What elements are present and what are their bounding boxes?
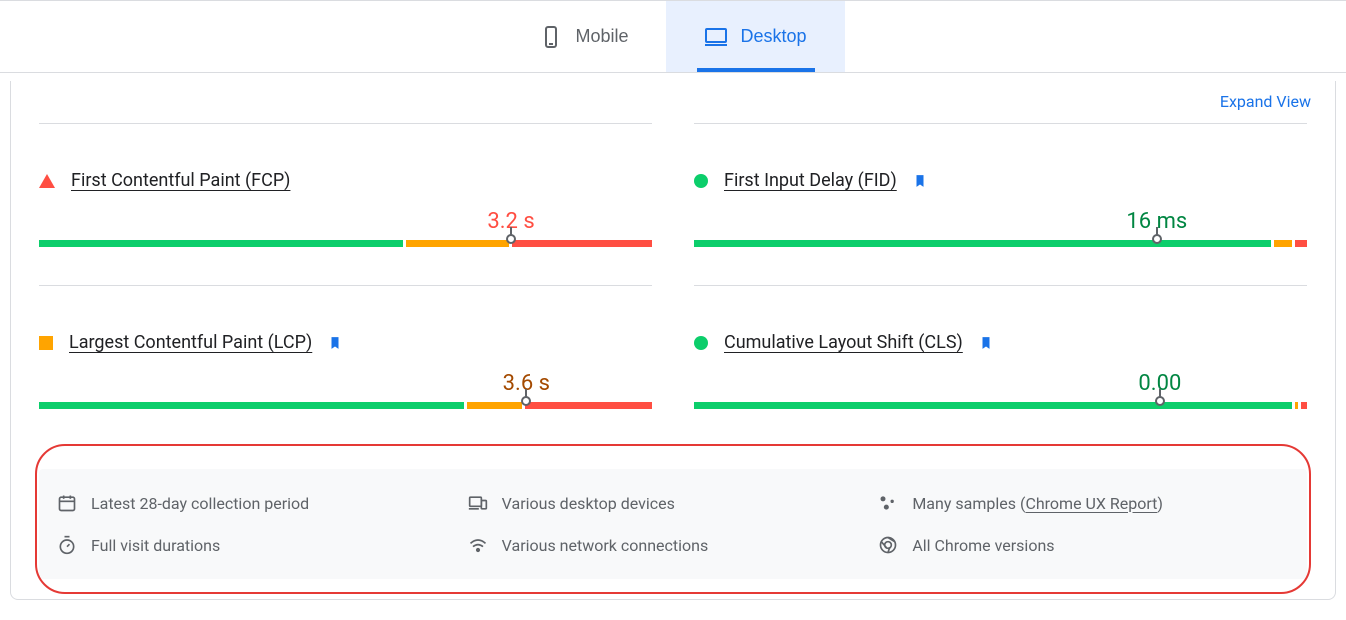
- calendar-icon: [57, 493, 77, 513]
- info-durations-text: Full visit durations: [91, 536, 220, 555]
- metric-fid-bar: [694, 240, 1307, 247]
- tab-mobile-label: Mobile: [575, 26, 628, 47]
- marker-icon: [1152, 234, 1162, 244]
- info-durations: Full visit durations: [57, 535, 468, 555]
- status-poor-icon: [39, 174, 55, 188]
- metric-fcp-bar: [39, 240, 652, 247]
- scatter-icon: [878, 493, 898, 513]
- metric-fcp: First Contentful Paint (FCP) 3.2 s: [39, 123, 652, 285]
- info-network: Various network connections: [468, 535, 879, 555]
- status-good-icon: [694, 174, 708, 188]
- metrics-card: Expand View First Contentful Paint (FCP)…: [10, 81, 1336, 600]
- metric-cls: Cumulative Layout Shift (CLS) 0.00: [694, 285, 1307, 447]
- status-good-icon: [694, 336, 708, 350]
- devices-icon: [468, 493, 488, 513]
- info-period-text: Latest 28-day collection period: [91, 494, 309, 513]
- bookmark-icon: [979, 334, 993, 352]
- info-devices-text: Various desktop devices: [502, 494, 675, 513]
- tab-desktop-label: Desktop: [740, 26, 806, 47]
- timer-icon: [57, 535, 77, 555]
- metric-fid: First Input Delay (FID) 16 ms: [694, 123, 1307, 285]
- tab-mobile[interactable]: Mobile: [501, 1, 666, 72]
- info-network-text: Various network connections: [502, 536, 709, 555]
- annotation-highlight: [35, 444, 1311, 594]
- mobile-icon: [539, 25, 563, 49]
- tabs: Mobile Desktop: [501, 1, 844, 72]
- metrics-grid: First Contentful Paint (FCP) 3.2 s First: [39, 123, 1307, 447]
- network-icon: [468, 535, 488, 555]
- tab-desktop[interactable]: Desktop: [666, 1, 844, 72]
- crux-report-link[interactable]: Chrome UX Report: [1025, 494, 1157, 513]
- metric-fcp-name[interactable]: First Contentful Paint (FCP): [71, 170, 290, 191]
- info-versions-text: All Chrome versions: [912, 536, 1054, 555]
- info-versions: All Chrome versions: [878, 535, 1289, 555]
- info-samples: Many samples (Chrome UX Report): [878, 493, 1289, 513]
- metric-fid-name[interactable]: First Input Delay (FID): [724, 170, 897, 191]
- info-devices: Various desktop devices: [468, 493, 879, 513]
- data-source-info: Latest 28-day collection period Various …: [39, 469, 1307, 579]
- metric-lcp-name[interactable]: Largest Contentful Paint (LCP): [69, 332, 312, 353]
- metric-cls-bar: [694, 402, 1307, 409]
- expand-view-button[interactable]: Expand View: [1220, 92, 1311, 111]
- desktop-icon: [704, 25, 728, 49]
- bookmark-icon: [913, 172, 927, 190]
- metric-lcp: Largest Contentful Paint (LCP) 3.6 s: [39, 285, 652, 447]
- chrome-icon: [878, 535, 898, 555]
- status-average-icon: [39, 336, 53, 350]
- marker-icon: [506, 234, 516, 244]
- device-tab-bar: Mobile Desktop: [0, 0, 1346, 73]
- info-period: Latest 28-day collection period: [57, 493, 468, 513]
- bookmark-icon: [328, 334, 342, 352]
- info-samples-text: Many samples (Chrome UX Report): [912, 494, 1163, 513]
- marker-icon: [521, 396, 531, 406]
- metric-cls-name[interactable]: Cumulative Layout Shift (CLS): [724, 332, 963, 353]
- marker-icon: [1155, 396, 1165, 406]
- metric-lcp-bar: [39, 402, 652, 409]
